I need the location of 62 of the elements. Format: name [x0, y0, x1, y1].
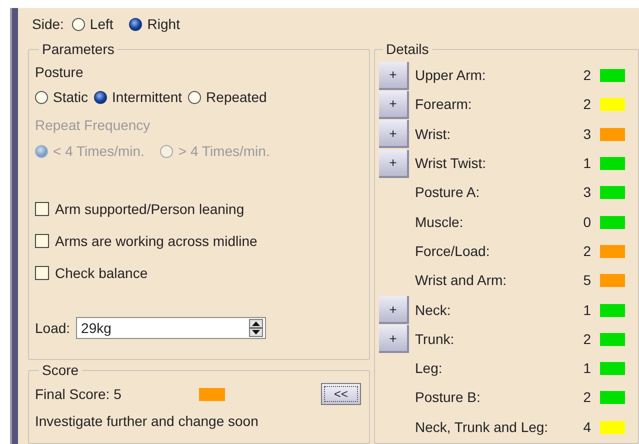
detail-score: 5: [583, 271, 591, 290]
radio-button[interactable]: [188, 90, 202, 104]
checkbox-label: Check balance: [55, 264, 148, 282]
radio-label: > 4 Times/min.: [178, 142, 270, 160]
checkbox-label: Arm supported/Person leaning: [55, 200, 244, 219]
detail-score: 3: [583, 124, 591, 144]
load-label: Load:: [35, 318, 70, 338]
detail-label: Forearm:: [415, 95, 473, 114]
spinner-arrows-icon[interactable]: [249, 319, 264, 337]
expand-button[interactable]: +: [379, 296, 409, 324]
expand-button[interactable]: +: [379, 90, 409, 119]
detail-label: Posture A:: [415, 183, 481, 202]
radio-label: Intermittent: [112, 88, 182, 106]
group-title: Score: [41, 362, 80, 378]
load-input-field[interactable]: 29kg: [76, 317, 266, 339]
detail-label: Force/Load:: [415, 242, 491, 261]
radio-label: < 4 Times/min.: [53, 142, 144, 160]
radio-button[interactable]: [94, 90, 108, 104]
expand-button[interactable]: +: [379, 62, 409, 90]
detail-score: 0: [583, 212, 591, 232]
detail-score: 2: [583, 95, 591, 114]
detail-label: Trunk:: [415, 330, 456, 349]
radio-label: Static: [53, 88, 88, 106]
radio-button[interactable]: [129, 18, 142, 31]
group-title: Parameters: [41, 41, 116, 57]
detail-score: 4: [583, 418, 591, 437]
detail-label: Neck:: [415, 300, 452, 320]
repeat-frequency-label: Repeat Frequency: [35, 116, 152, 135]
expand-button[interactable]: +: [379, 150, 409, 178]
group-title: Details: [385, 41, 430, 57]
score-message: Investigate further and change soon: [35, 412, 260, 431]
expand-button[interactable]: +: [379, 325, 409, 354]
detail-score: 1: [583, 154, 591, 174]
side-label: Side:: [32, 15, 64, 34]
detail-label: Upper Arm:: [415, 66, 487, 86]
radio-label: Repeated: [206, 88, 267, 107]
detail-score: 1: [583, 359, 591, 378]
radio-button[interactable]: [35, 90, 48, 104]
radio-button[interactable]: [72, 18, 85, 31]
checkbox[interactable]: [35, 202, 49, 216]
detail-label: Leg:: [415, 359, 444, 378]
checkbox[interactable]: [35, 266, 49, 280]
detail-label: Wrist:: [415, 124, 452, 144]
detail-score: 3: [583, 183, 591, 202]
posture-label: Posture: [35, 62, 84, 82]
detail-score: 1: [583, 300, 591, 320]
detail-score: 2: [583, 330, 591, 349]
collapse-button[interactable]: <<: [321, 383, 361, 405]
detail-score: 2: [583, 66, 591, 86]
detail-label: Neck, Trunk and Leg:: [415, 418, 550, 437]
detail-label: Posture B:: [415, 388, 482, 408]
expand-button[interactable]: +: [379, 120, 409, 148]
detail-label: Wrist and Arm:: [415, 271, 508, 290]
detail-label: Muscle:: [415, 212, 464, 232]
checkbox[interactable]: [35, 234, 49, 248]
detail-score: 2: [583, 242, 591, 261]
detail-score: 2: [583, 388, 591, 408]
radio-label: Left: [90, 15, 114, 34]
detail-label: Wrist Twist:: [415, 154, 488, 174]
radio-label: Right: [147, 15, 180, 34]
checkbox-label: Arms are working across midline: [55, 232, 258, 251]
final-score-text: Final Score: 5: [35, 384, 122, 404]
